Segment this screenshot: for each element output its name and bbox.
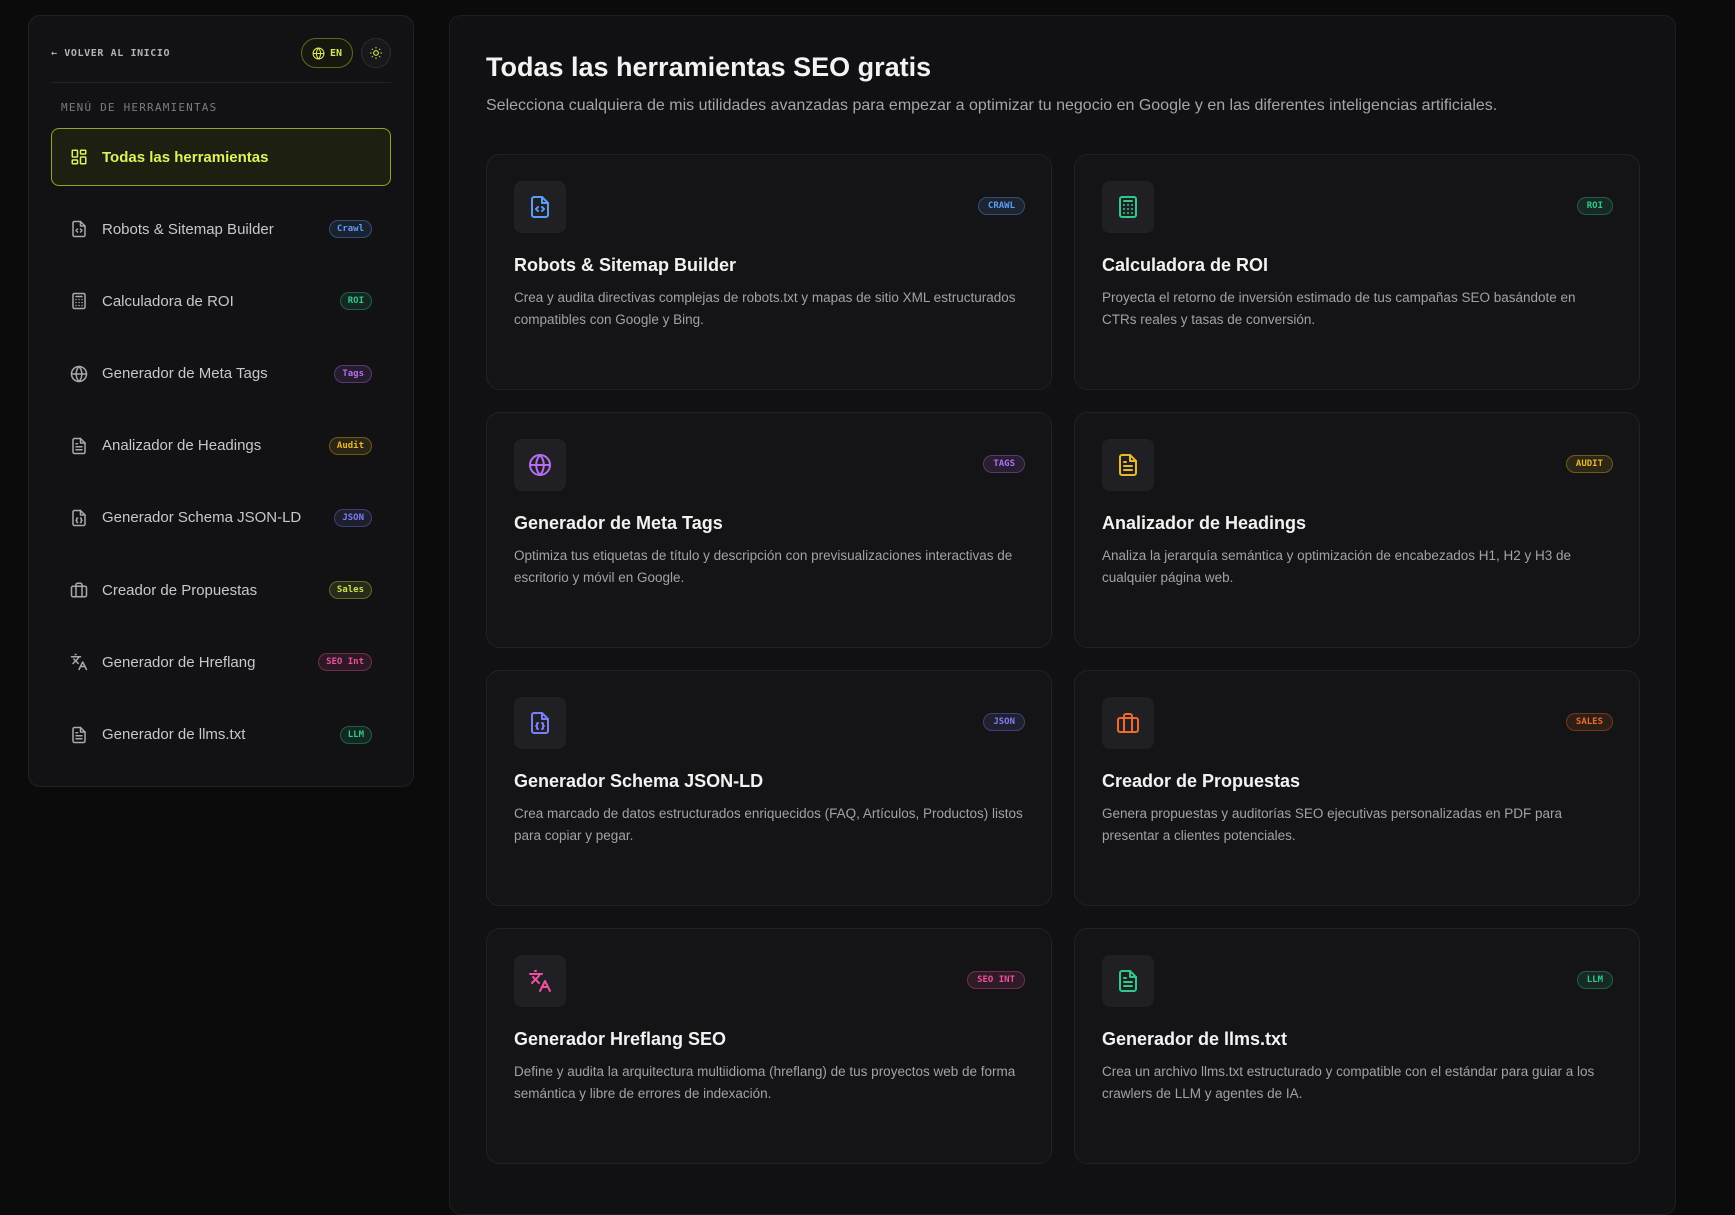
languages-icon bbox=[514, 955, 566, 1007]
sidebar-item-label: Analizador de Headings bbox=[102, 437, 262, 455]
sidebar-item[interactable]: Creador de Propuestas Sales bbox=[51, 561, 391, 619]
sidebar-item[interactable]: Todas las herramientas bbox=[51, 128, 391, 186]
theme-toggle-button[interactable] bbox=[361, 38, 391, 68]
sidebar-item[interactable]: Generador Schema JSON-LD JSON bbox=[51, 489, 391, 547]
sidebar-nav: Todas las herramientas Robots & Sitemap B… bbox=[51, 128, 391, 764]
sidebar-controls: EN bbox=[300, 38, 391, 68]
tool-card-title: Generador de llms.txt bbox=[1102, 1029, 1288, 1049]
tool-card-badge: TAGS bbox=[983, 455, 1025, 473]
tool-card-description: Define y audita la arquitectura multiidi… bbox=[514, 1064, 1016, 1101]
tool-card-description: Crea y audita directivas complejas de ro… bbox=[514, 290, 1016, 327]
tool-card[interactable]: TAGS Generador de Meta Tags Optimiza tus e… bbox=[486, 412, 1052, 648]
sidebar-item-badge: SEO Int bbox=[318, 653, 372, 672]
tool-card-badge: CRAWL bbox=[977, 197, 1025, 215]
calculator-icon bbox=[1102, 181, 1154, 233]
sidebar-item-badge: Tags bbox=[334, 364, 372, 383]
sidebar-item-label: Generador Schema JSON-LD bbox=[102, 509, 302, 527]
tool-card-description: Genera propuestas y auditorías SEO ejecu… bbox=[1102, 806, 1563, 843]
tool-card-title: Robots & Sitemap Builder bbox=[514, 255, 737, 275]
globe-icon bbox=[312, 47, 325, 60]
tool-card[interactable]: CRAWL Robots & Sitemap Builder Crea y audi… bbox=[486, 154, 1052, 390]
tool-card[interactable]: SALES Creador de Propuestas Genera propues… bbox=[1074, 670, 1640, 906]
sidebar-header: ← VOLVER AL INICIO EN bbox=[51, 38, 391, 83]
sidebar-item[interactable]: Generador de Meta Tags Tags bbox=[51, 345, 391, 403]
sidebar-item-badge: JSON bbox=[334, 508, 372, 527]
tool-card-title: Analizador de Headings bbox=[1102, 513, 1307, 533]
sidebar-item-label: Todas las herramientas bbox=[102, 148, 269, 166]
tool-card-badge: LLM bbox=[1576, 971, 1613, 989]
tool-card-badge: ROI bbox=[1576, 197, 1613, 215]
sidebar-item[interactable]: Robots & Sitemap Builder Crawl bbox=[51, 200, 391, 258]
tool-card-badge: SEO INT bbox=[967, 971, 1025, 989]
sidebar-item-label: Creador de Propuestas bbox=[102, 581, 258, 599]
file-json-icon bbox=[514, 697, 566, 749]
sidebar-item[interactable]: Generador de Hreflang SEO Int bbox=[51, 633, 391, 691]
sidebar-item-label: Generador de Meta Tags bbox=[102, 365, 268, 383]
main-content: Todas las herramientas SEO gratis Selecc… bbox=[449, 15, 1676, 1215]
sidebar-item-label: Calculadora de ROI bbox=[102, 292, 234, 310]
tool-card-title: Generador Hreflang SEO bbox=[514, 1029, 727, 1049]
grid-icon bbox=[70, 148, 88, 166]
language-label: EN bbox=[329, 47, 342, 59]
file-text-icon bbox=[70, 437, 88, 455]
tool-card-badge: JSON bbox=[983, 713, 1025, 731]
file-text-icon bbox=[1102, 439, 1154, 491]
back-home-link[interactable]: ← VOLVER AL INICIO bbox=[51, 48, 170, 59]
sidebar-item[interactable]: Generador de llms.txt LLM bbox=[51, 706, 391, 764]
tool-card-description: Analiza la jerarquía semántica y optimiz… bbox=[1102, 548, 1572, 585]
menu-title: MENÚ DE HERRAMIENTAS bbox=[61, 101, 218, 114]
tool-card-title: Calculadora de ROI bbox=[1102, 255, 1269, 275]
calculator-icon bbox=[70, 292, 88, 310]
tool-card-description: Optimiza tus etiquetas de título y descr… bbox=[514, 548, 1013, 585]
globe-icon bbox=[70, 365, 88, 383]
tool-card[interactable]: AUDIT Analizador de Headings Analiza la je… bbox=[1074, 412, 1640, 648]
language-toggle-button[interactable]: EN bbox=[300, 38, 353, 68]
sidebar: ← VOLVER AL INICIO EN MENÚ DE HERRAMIENT… bbox=[28, 15, 414, 787]
tool-card[interactable]: ROI Calculadora de ROI Proyecta el retorno… bbox=[1074, 154, 1640, 390]
sidebar-item[interactable]: Analizador de Headings Audit bbox=[51, 417, 391, 475]
page-title: Todas las herramientas SEO gratis bbox=[486, 52, 932, 82]
sidebar-item-badge: ROI bbox=[339, 292, 372, 311]
tool-card-badge: AUDIT bbox=[1565, 455, 1613, 473]
languages-icon bbox=[70, 653, 88, 671]
sidebar-item-label: Generador de llms.txt bbox=[102, 726, 246, 743]
file-json-icon bbox=[70, 509, 88, 527]
file-code-icon bbox=[70, 220, 88, 238]
tool-card-badge: SALES bbox=[1565, 713, 1613, 731]
tool-card-description: Crea un archivo llms.txt estructurado y … bbox=[1102, 1064, 1595, 1101]
sidebar-item-badge: Crawl bbox=[328, 220, 372, 239]
sun-icon bbox=[369, 46, 383, 60]
sidebar-item-badge: Audit bbox=[328, 436, 372, 455]
globe-icon bbox=[514, 439, 566, 491]
tool-card-title: Generador de Meta Tags bbox=[514, 513, 723, 533]
tool-card[interactable]: SEO INT Generador Hreflang SEO Define y au… bbox=[486, 928, 1052, 1164]
briefcase-icon bbox=[1102, 697, 1154, 749]
tool-card[interactable]: LLM Generador de llms.txt Crea un archivo … bbox=[1074, 928, 1640, 1164]
sidebar-item[interactable]: Calculadora de ROI ROI bbox=[51, 272, 391, 330]
tool-card[interactable]: JSON Generador Schema JSON-LD Crea marcado… bbox=[486, 670, 1052, 906]
sidebar-item-label: Robots & Sitemap Builder bbox=[102, 220, 274, 238]
tool-card-description: Proyecta el retorno de inversión estimad… bbox=[1102, 290, 1576, 327]
file-text-icon bbox=[70, 726, 88, 744]
sidebar-item-label: Generador de Hreflang bbox=[102, 653, 256, 671]
file-text-icon bbox=[1102, 955, 1154, 1007]
file-code-icon bbox=[514, 181, 566, 233]
tools-grid: CRAWL Robots & Sitemap Builder Crea y audi… bbox=[486, 154, 1640, 1164]
page-subtitle: Selecciona cualquiera de mis utilidades … bbox=[486, 97, 1498, 114]
tool-card-title: Generador Schema JSON-LD bbox=[514, 771, 764, 791]
sidebar-item-badge: Sales bbox=[328, 581, 372, 600]
tool-card-description: Crea marcado de datos estructurados enri… bbox=[514, 806, 1023, 843]
briefcase-icon bbox=[70, 581, 88, 599]
tool-card-title: Creador de Propuestas bbox=[1102, 771, 1301, 791]
sidebar-item-badge: LLM bbox=[339, 725, 372, 744]
